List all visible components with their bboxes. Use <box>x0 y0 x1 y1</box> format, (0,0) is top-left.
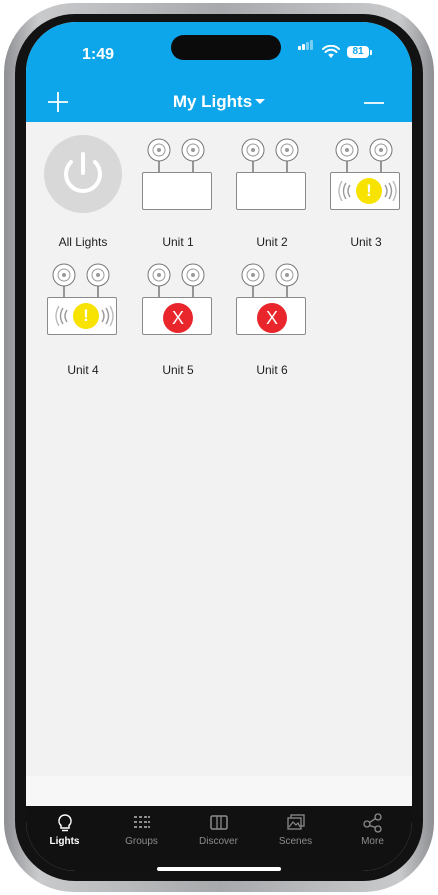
warning-icon: ! <box>356 178 382 204</box>
tile-unit-5[interactable]: X Unit 5 <box>138 247 218 377</box>
page-title-dropdown[interactable]: My Lights <box>26 92 412 112</box>
tab-label: Scenes <box>278 836 313 847</box>
fixture-body: ! <box>47 297 117 335</box>
tile-label: Unit 3 <box>350 235 382 249</box>
fixture-body: X <box>236 297 306 335</box>
tile-unit-6[interactable]: X Unit 6 <box>232 247 312 377</box>
content-footer-strip <box>26 776 412 806</box>
tab-bar: Lights Groups Discover Scenes More <box>26 806 412 871</box>
fixture-body: X <box>142 297 212 335</box>
tile-label: Unit 6 <box>256 363 288 377</box>
fixture-body <box>236 172 306 210</box>
lightbulb-icon <box>57 814 72 832</box>
battery-icon <box>370 50 372 55</box>
emergency-light-icon: X <box>138 261 218 341</box>
share-icon <box>362 813 382 833</box>
groups-grid-icon <box>133 816 150 828</box>
app-screen: 1:49 81 My Lights All Lights Unit 1 Unit… <box>26 22 412 871</box>
signal-waves-left-icon <box>55 306 68 326</box>
tab-more[interactable]: More <box>334 806 411 861</box>
emergency-light-icon <box>138 136 218 216</box>
tab-label: More <box>361 836 384 847</box>
app-header: 1:49 81 My Lights <box>26 22 412 122</box>
tab-lights[interactable]: Lights <box>26 806 103 861</box>
tile-unit-2[interactable]: Unit 2 <box>232 122 312 249</box>
status-icons: 81 <box>292 22 412 72</box>
remove-button[interactable] <box>363 92 385 114</box>
tab-scenes[interactable]: Scenes <box>257 806 334 861</box>
dynamic-island <box>171 35 281 60</box>
tab-label: Discover <box>199 836 238 847</box>
signal-waves-right-icon <box>384 181 397 201</box>
scenes-icon <box>286 814 305 830</box>
tab-label: Groups <box>125 836 158 847</box>
tile-all-lights[interactable]: All Lights <box>43 122 123 249</box>
page-title: My Lights <box>172 92 253 111</box>
tab-groups[interactable]: Groups <box>103 806 180 861</box>
tab-label: Lights <box>49 836 80 847</box>
emergency-light-icon: ! <box>326 136 406 216</box>
warning-icon: ! <box>73 303 99 329</box>
tile-label: Unit 4 <box>67 363 99 377</box>
home-indicator[interactable] <box>157 867 281 871</box>
error-icon: X <box>163 303 193 333</box>
tile-label: Unit 5 <box>162 363 194 377</box>
power-icon <box>44 135 122 213</box>
emergency-light-icon: X <box>232 261 312 341</box>
emergency-light-icon <box>232 136 312 216</box>
signal-waves-left-icon <box>338 181 351 201</box>
discover-icon <box>209 815 228 830</box>
signal-waves-right-icon <box>101 306 114 326</box>
error-icon: X <box>257 303 287 333</box>
battery-level: 81 <box>347 46 369 58</box>
fixture-body <box>142 172 212 210</box>
tab-discover[interactable]: Discover <box>180 806 257 861</box>
fixture-body: ! <box>330 172 400 210</box>
wifi-icon <box>322 45 340 58</box>
tile-unit-4[interactable]: ! Unit 4 <box>43 247 123 377</box>
emergency-light-icon: ! <box>43 261 123 341</box>
tile-unit-1[interactable]: Unit 1 <box>138 122 218 249</box>
lights-grid: All Lights Unit 1 Unit 2 ! Unit 3 ! Unit… <box>26 122 412 798</box>
tile-unit-3[interactable]: ! Unit 3 <box>326 122 406 249</box>
chevron-down-icon <box>255 99 266 104</box>
status-time: 1:49 <box>82 46 115 63</box>
